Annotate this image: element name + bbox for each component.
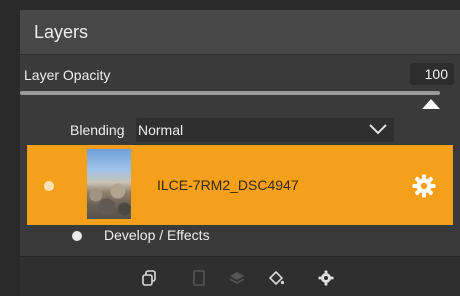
blending-select[interactable]: Normal [136, 118, 394, 142]
fill-bucket-icon[interactable] [267, 269, 285, 287]
layer-thumbnail [87, 149, 131, 219]
develop-effects-label: Develop / Effects [104, 227, 210, 243]
blending-value: Normal [138, 122, 184, 138]
layer-opacity-label: Layer Opacity [24, 67, 111, 83]
opacity-slider[interactable] [20, 91, 440, 95]
layer-name: ILCE-7RM2_DSC4947 [157, 177, 299, 193]
develop-effects-row[interactable]: Develop / Effects [20, 222, 460, 248]
panel-header: Layers [20, 10, 460, 55]
layer-settings-gear-icon[interactable] [411, 173, 437, 199]
layer-opacity-field[interactable]: 100 [410, 63, 454, 85]
duplicate-icon[interactable] [140, 269, 158, 287]
blending-row: Blending Normal [20, 116, 460, 142]
stack-icon[interactable] [228, 269, 246, 287]
new-layer-icon[interactable] [190, 269, 208, 287]
gear-icon[interactable] [317, 269, 335, 287]
layer-item-selected[interactable]: ILCE-7RM2_DSC4947 [27, 145, 453, 225]
panel-title: Layers [34, 21, 89, 42]
layer-opacity-row: Layer Opacity 100 [20, 63, 460, 87]
opacity-slider-fill [20, 91, 440, 95]
layers-toolbar [20, 256, 460, 296]
develop-effects-visibility-toggle[interactable] [72, 231, 82, 241]
layer-opacity-value: 100 [424, 66, 448, 82]
blending-label: Blending [70, 122, 125, 138]
chevron-down-icon [369, 124, 387, 135]
opacity-slider-thumb[interactable] [422, 99, 440, 109]
layer-thumbnail-image [87, 179, 131, 219]
layer-visibility-toggle[interactable] [44, 181, 54, 191]
layers-panel: Layers Layer Opacity 100 Blending Normal… [20, 10, 460, 296]
